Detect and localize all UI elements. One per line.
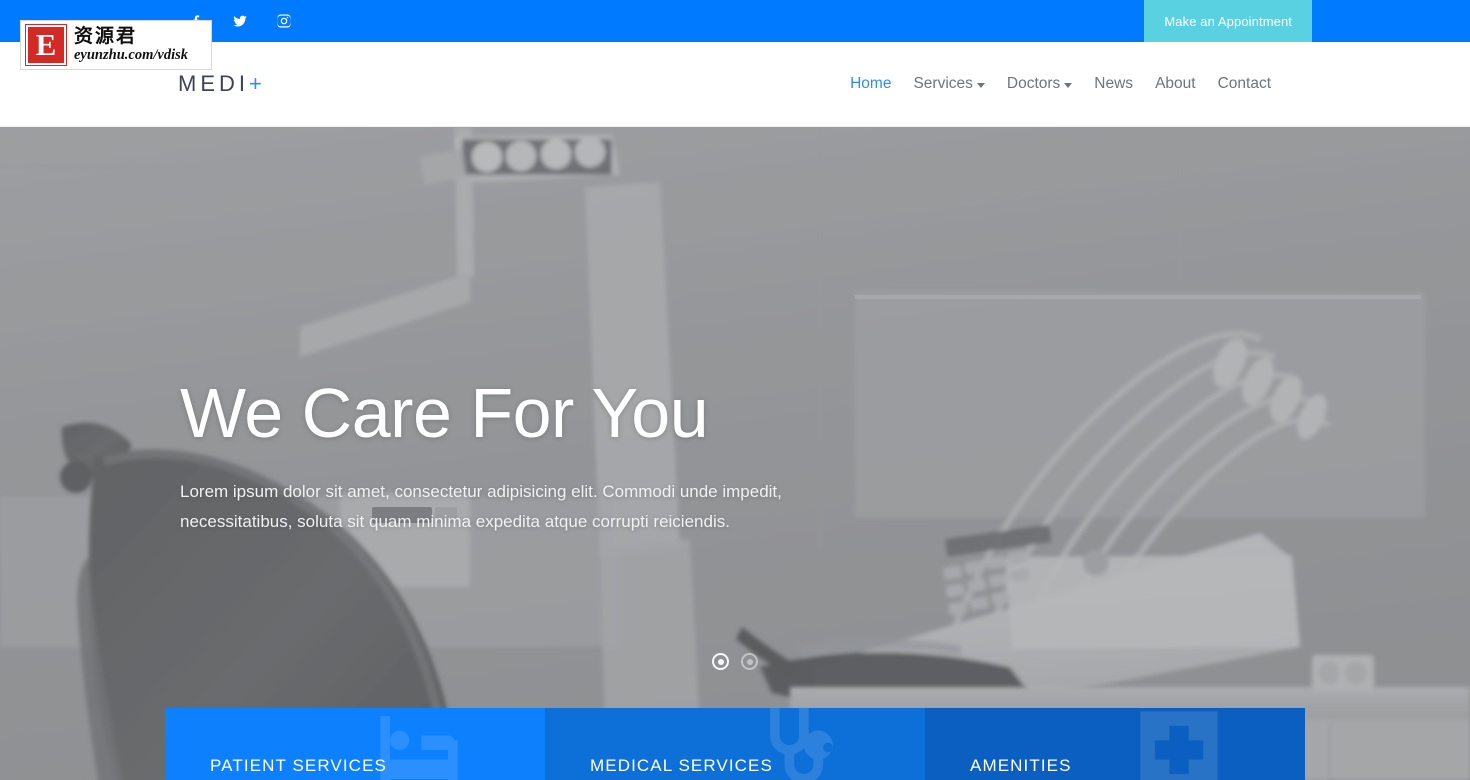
watermark-logo-icon: E bbox=[25, 24, 67, 66]
main-navigation: Home Services Doctors News About Contact bbox=[839, 69, 1282, 99]
service-card-title: PATIENT SERVICES bbox=[210, 756, 387, 775]
nav-label-contact: Contact bbox=[1217, 75, 1271, 92]
nav-item-services[interactable]: Services bbox=[902, 69, 995, 99]
nav-item-home[interactable]: Home bbox=[839, 69, 902, 99]
brand-logo[interactable]: MEDI+ bbox=[178, 71, 266, 97]
hero-title: We Care For You bbox=[180, 374, 709, 452]
service-cards: PATIENT SERVICES MEDICAL SERVICES AMENIT… bbox=[165, 708, 1305, 780]
nav-item-about[interactable]: About bbox=[1144, 69, 1207, 99]
nav-label-home: Home bbox=[850, 75, 892, 92]
brand-plus-icon: + bbox=[249, 71, 266, 96]
watermark-name: 资源君 bbox=[74, 24, 138, 47]
nav-label-doctors: Doctors bbox=[1006, 75, 1061, 92]
nav-item-contact[interactable]: Contact bbox=[1207, 69, 1282, 99]
chevron-down-icon bbox=[1064, 82, 1073, 88]
service-card-patient-services[interactable]: PATIENT SERVICES bbox=[165, 708, 545, 780]
nav-label-services: Services bbox=[913, 75, 973, 92]
watermark-overlay: E 资源君 eyunzhu.com/vdisk bbox=[20, 20, 212, 70]
service-card-title: AMENITIES bbox=[970, 756, 1072, 775]
nav-item-news[interactable]: News bbox=[1083, 69, 1144, 99]
carousel-indicator-1[interactable] bbox=[712, 653, 729, 670]
hero-content: We Care For You Lorem ipsum dolor sit am… bbox=[180, 374, 840, 537]
carousel-indicators bbox=[0, 653, 1470, 670]
carousel-indicator-2[interactable] bbox=[741, 653, 758, 670]
service-card-title: MEDICAL SERVICES bbox=[590, 756, 773, 775]
site-header: MEDI+ Home Services Doctors News About C… bbox=[0, 42, 1470, 127]
twitter-icon[interactable] bbox=[230, 11, 250, 31]
instagram-icon[interactable] bbox=[274, 11, 294, 31]
nav-item-doctors[interactable]: Doctors bbox=[996, 69, 1083, 99]
nav-label-news: News bbox=[1094, 75, 1134, 92]
service-card-amenities[interactable]: AMENITIES bbox=[925, 708, 1305, 780]
watermark-url: eyunzhu.com/vdisk bbox=[74, 46, 188, 63]
chevron-down-icon bbox=[976, 82, 985, 88]
hero-carousel: We Care For You Lorem ipsum dolor sit am… bbox=[0, 127, 1470, 780]
hero-paragraph: Lorem ipsum dolor sit amet, consectetur … bbox=[180, 481, 782, 531]
service-card-medical-services[interactable]: MEDICAL SERVICES bbox=[545, 708, 925, 780]
nav-label-about: About bbox=[1155, 75, 1196, 92]
watermark-text: 资源君 eyunzhu.com/vdisk bbox=[74, 24, 188, 63]
brand-text: MEDI bbox=[178, 71, 249, 96]
make-appointment-button[interactable]: Make an Appointment bbox=[1144, 0, 1312, 42]
top-bar: Make an Appointment bbox=[0, 0, 1470, 42]
